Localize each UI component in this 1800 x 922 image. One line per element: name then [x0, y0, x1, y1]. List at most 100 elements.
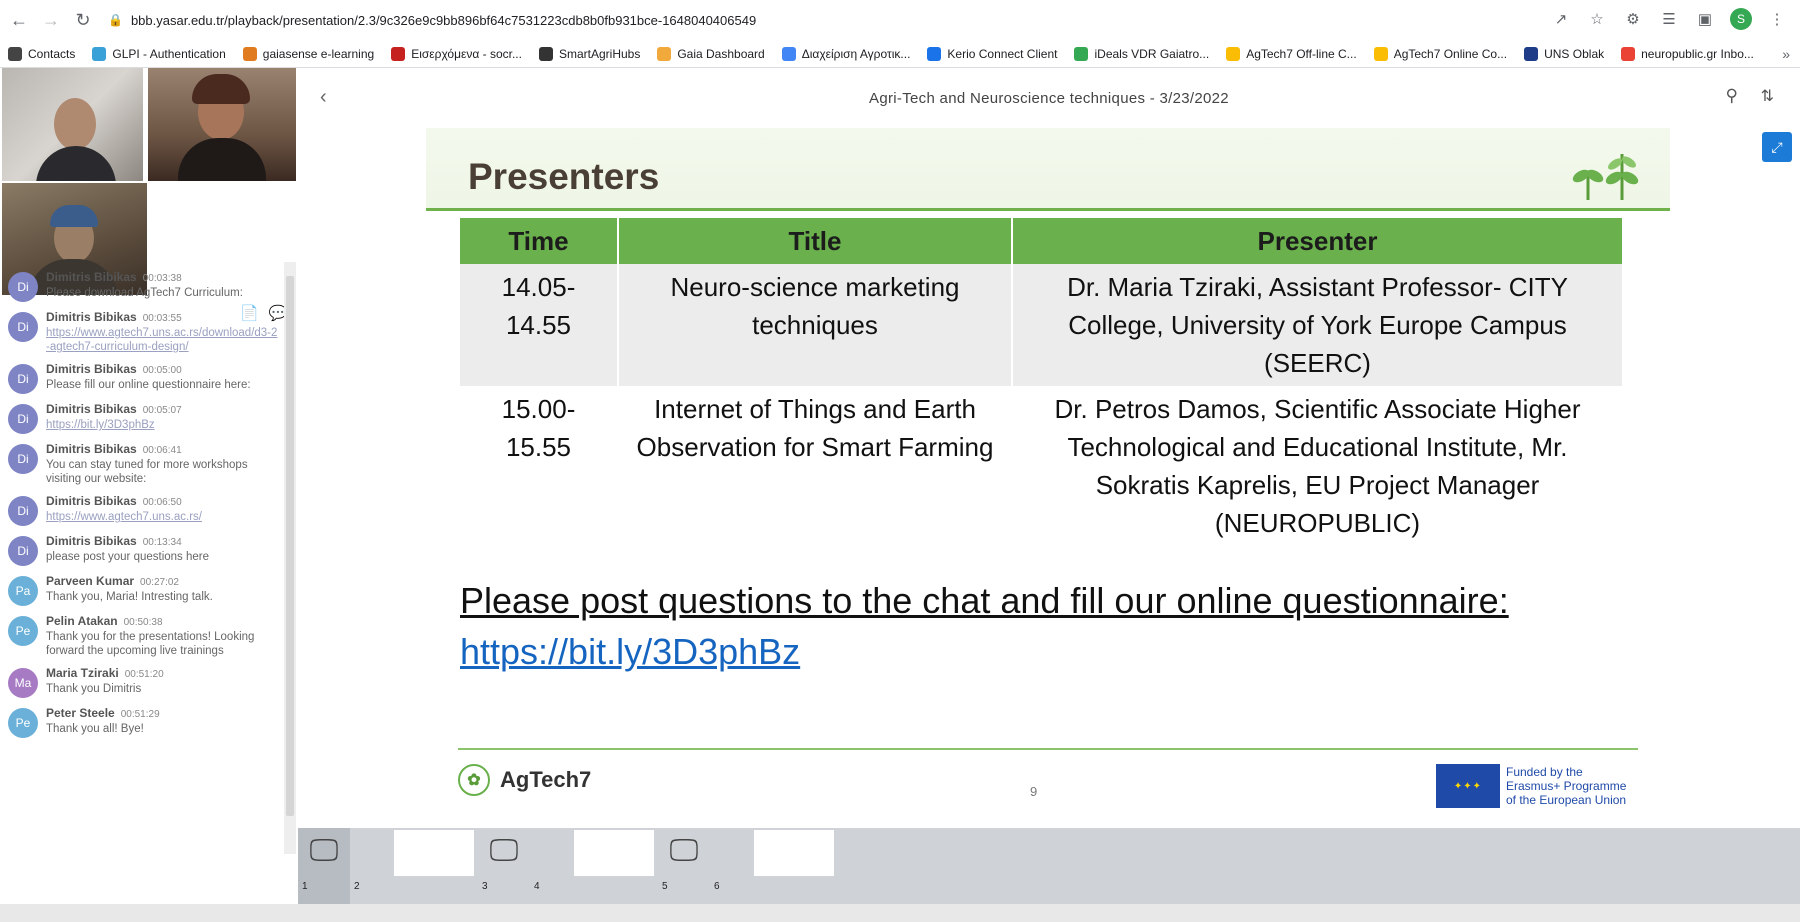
share-icon[interactable]: ↗ — [1550, 8, 1572, 30]
slide-thumbnail[interactable]: 4 — [530, 828, 658, 904]
cell-time: 15.00-15.55 — [460, 386, 619, 546]
search-icon[interactable]: ⚲ — [1726, 86, 1738, 106]
chat-timestamp[interactable]: 00:05:00 — [143, 365, 182, 376]
cell-presenter: Dr. Petros Damos, Scientific Associate H… — [1012, 386, 1624, 546]
bookmark-item[interactable]: neuropublic.gr Inbo... — [1621, 46, 1754, 61]
bookmark-item[interactable]: UNS Oblak — [1524, 46, 1605, 61]
chat-timestamp[interactable]: 00:50:38 — [124, 617, 163, 628]
browser-toolbar: ← → ↻ 🔒 bbb.yasar.edu.tr/playback/presen… — [0, 0, 1800, 40]
cell-presenter: Dr. Maria Tziraki, Assistant Professor- … — [1012, 264, 1624, 386]
bookmark-item[interactable]: Εισερχόμενα - socr... — [391, 46, 522, 61]
monitor-icon: 🖵 — [309, 834, 339, 867]
chat-timestamp[interactable]: 00:03:38 — [143, 273, 182, 284]
slide-thumbnail[interactable]: 🖵 5 — [658, 828, 710, 904]
thumbnail-number: 5 — [662, 881, 668, 892]
thumbnail-number: 4 — [534, 881, 540, 892]
chat-timestamp[interactable]: 00:51:20 — [125, 669, 164, 680]
bookmark-label: UNS Oblak — [1544, 46, 1605, 61]
leaf-icon: ✿ — [458, 764, 490, 796]
chat-timestamp[interactable]: 00:13:34 — [143, 537, 182, 548]
chat-text: Thank you, Maria! Intresting talk. — [46, 591, 213, 603]
bookmark-item[interactable]: iDeals VDR Gaiatro... — [1074, 46, 1210, 61]
cell-title: Neuro-science marketing techniques — [618, 264, 1013, 386]
slide-title-rule — [426, 208, 1670, 211]
forward-icon[interactable]: → — [38, 7, 64, 33]
bookmark-item[interactable]: Gaia Dashboard — [657, 46, 765, 61]
avatar: Pe — [8, 708, 38, 738]
chat-timestamp[interactable]: 00:27:02 — [140, 577, 179, 588]
chat-author: Dimitris Bibikas — [46, 362, 137, 376]
sidepanel-icon[interactable]: ▣ — [1694, 8, 1716, 30]
chat-link[interactable]: https://www.agtech7.uns.ac.rs/download/d… — [46, 326, 281, 354]
slide-thumbnail[interactable]: 6 — [710, 828, 838, 904]
puzzle-icon[interactable]: ⚙ — [1622, 8, 1644, 30]
chevron-left-icon[interactable]: ‹ — [320, 86, 327, 109]
questionnaire-link[interactable]: https://bit.ly/3D3phBz — [460, 631, 800, 673]
eu-funding-logo: ✦✦✦ Funded by the Erasmus+ Programme of … — [1436, 764, 1626, 808]
agtech7-logo: ✿ AgTech7 — [458, 764, 591, 796]
scrollbar-thumb[interactable] — [286, 276, 294, 816]
avatar: Ma — [8, 668, 38, 698]
thumbnail-number: 1 — [302, 881, 308, 892]
bookmark-item[interactable]: SmartAgriHubs — [538, 46, 640, 61]
url-text[interactable]: bbb.yasar.edu.tr/playback/presentation/2… — [131, 13, 756, 28]
thumbnail-preview — [574, 830, 654, 876]
bookmarks-overflow-icon[interactable]: » — [1782, 46, 1790, 62]
page-number: 9 — [1030, 784, 1038, 799]
chat-message: Pa Parveen Kumar 00:27:02 Thank you, Maria!… — [8, 566, 286, 606]
chat-timestamp[interactable]: 00:03:55 — [143, 313, 182, 324]
back-icon[interactable]: ← — [6, 7, 32, 33]
chat-timestamp[interactable]: 00:05:07 — [143, 405, 182, 416]
slide-thumbnail[interactable]: 🖵 1 — [298, 828, 350, 904]
avatar: Di — [8, 496, 38, 526]
chat-author: Dimitris Bibikas — [46, 310, 137, 324]
bookmark-item[interactable]: Contacts — [8, 46, 76, 61]
bookmark-icon — [538, 46, 553, 61]
fullscreen-icon[interactable]: ⤢ — [1762, 132, 1792, 162]
avatar: Di — [8, 312, 38, 342]
chat-timestamp[interactable]: 00:06:41 — [143, 445, 182, 456]
swap-icon[interactable]: ⇅ — [1761, 86, 1774, 106]
menu-icon[interactable]: ⋮ — [1766, 8, 1788, 30]
bookmark-label: Gaia Dashboard — [677, 46, 765, 61]
presenters-table: Time Title Presenter 14.05-14.55 Neuro-s… — [460, 218, 1624, 546]
bookmark-item[interactable]: GLPI - Authentication — [92, 46, 226, 61]
profile-avatar[interactable]: S — [1730, 8, 1752, 30]
bookmark-icon — [781, 46, 796, 61]
chat-timestamp[interactable]: 00:06:50 — [143, 497, 182, 508]
chat-link[interactable]: https://www.agtech7.uns.ac.rs/ — [46, 510, 281, 524]
bookmark-item[interactable]: AgTech7 Online Co... — [1373, 46, 1507, 61]
bookmark-item[interactable]: Διαχείριση Αγροτικ... — [781, 46, 910, 61]
bookmark-label: iDeals VDR Gaiatro... — [1094, 46, 1210, 61]
avatar: Di — [8, 536, 38, 566]
reload-icon[interactable]: ↻ — [70, 7, 96, 33]
monitor-icon: 🖵 — [669, 834, 699, 867]
player-title: Agri-Tech and Neuroscience techniques - … — [869, 89, 1229, 107]
bookmark-icon — [657, 46, 672, 61]
slide-thumbnail[interactable]: 2 — [350, 828, 478, 904]
bookmark-icon — [242, 46, 257, 61]
chat-author: Dimitris Bibikas — [46, 494, 137, 508]
slide-title: Presenters — [468, 156, 660, 197]
leaves-icon — [1572, 154, 1639, 200]
chat-scrollbar[interactable] — [284, 262, 296, 854]
chat-timestamp[interactable]: 00:51:29 — [121, 709, 160, 720]
chat-message: Di Dimitris Bibikas 00:03:55 https://www.ag… — [8, 302, 286, 354]
chat-message: Ma Maria Tziraki 00:51:20 Thank you Dimitri… — [8, 658, 286, 698]
brand-text: AgTech7 — [500, 767, 592, 792]
slide-thumbnail[interactable]: 🖵 3 — [478, 828, 530, 904]
chat-link[interactable]: https://bit.ly/3D3phBz — [46, 418, 281, 432]
webcam-video-2 — [148, 68, 296, 181]
chat-message: Di Dimitris Bibikas 00:06:50 https://www.ag… — [8, 486, 286, 526]
bookmark-item[interactable]: Kerio Connect Client — [927, 46, 1057, 61]
address-bar[interactable]: 🔒 bbb.yasar.edu.tr/playback/presentation… — [100, 6, 1600, 34]
media-icon[interactable]: ☰ — [1658, 8, 1680, 30]
chat-author: Dimitris Bibikas — [46, 534, 137, 548]
bookmark-item[interactable]: AgTech7 Off-line C... — [1226, 46, 1357, 61]
bookmark-item[interactable]: gaiasense e-learning — [242, 46, 374, 61]
bookmark-label: Contacts — [28, 46, 76, 61]
table-header-row: Time Title Presenter — [460, 218, 1624, 264]
star-icon[interactable]: ☆ — [1586, 8, 1608, 30]
bookmark-icon — [1226, 46, 1241, 61]
eu-text-line: of the European Union — [1506, 793, 1627, 807]
